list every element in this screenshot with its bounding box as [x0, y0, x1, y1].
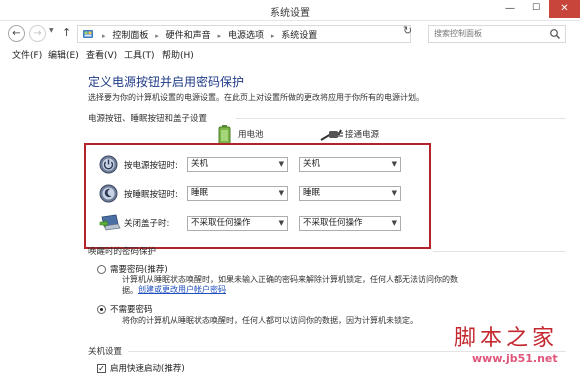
plugged-column-heading: 接通电源 [345, 130, 380, 140]
lid-close-label: 关闭盖子时: [124, 219, 170, 229]
require-password-radio[interactable] [97, 265, 106, 274]
battery-icon [218, 125, 231, 145]
power-button-plugged-select[interactable]: 关机 ▼ [299, 157, 401, 172]
no-password-label[interactable]: 不需要密码 [110, 303, 153, 315]
select-value: 不采取任何操作 [191, 218, 251, 228]
maximize-button[interactable]: ☐ [523, 0, 549, 18]
sleep-button-label: 按睡眠按钮时: [124, 190, 178, 200]
chevron-down-icon: ▼ [391, 189, 397, 197]
lid-close-plugged-select[interactable]: 不采取任何操作 ▼ [299, 216, 401, 231]
chevron-down-icon: ▼ [278, 219, 284, 227]
breadcrumb-item[interactable]: 系统设置 [281, 31, 317, 41]
select-value: 关机 [191, 159, 209, 169]
select-value: 关机 [303, 159, 321, 169]
title-bar: 系统设置 — ☐ ✕ [0, 0, 580, 21]
menu-edit[interactable]: 编辑(E) [48, 48, 79, 61]
site-watermark: 脚本之家 www.jb51.net [452, 318, 580, 373]
address-box[interactable]: ▸ 控制面板 ▸ 硬件和声音 ▸ 电源选项 ▸ 系统设置 ▼ [77, 25, 466, 43]
breadcrumb-separator: ▸ [155, 32, 159, 40]
battery-column-heading: 用电池 [238, 130, 264, 140]
search-input[interactable] [434, 29, 544, 38]
breadcrumb-separator: ▸ [102, 32, 106, 40]
chevron-down-icon: ▼ [278, 189, 284, 197]
select-value: 不采取任何操作 [303, 218, 363, 228]
sleep-button-plugged-select[interactable]: 睡眠 ▼ [299, 186, 401, 201]
section-heading-shutdown: 关机设置 [88, 347, 123, 357]
control-panel-icon [83, 30, 93, 38]
search-icon[interactable] [549, 28, 561, 40]
breadcrumb-item[interactable]: 电源选项 [228, 31, 264, 41]
page-title: 定义电源按钮并启用密码保护 [88, 75, 245, 89]
breadcrumb-item[interactable]: 控制面板 [112, 31, 148, 41]
require-password-description: 据。 [122, 286, 138, 295]
window-title: 系统设置 [270, 8, 310, 19]
section-divider [236, 118, 566, 119]
up-button[interactable]: ↑ [62, 26, 71, 39]
breadcrumb: ▸ 控制面板 ▸ 硬件和声音 ▸ 电源选项 ▸ 系统设置 [98, 28, 317, 41]
close-button[interactable]: ✕ [549, 0, 580, 18]
menu-file[interactable]: 文件(F) [12, 48, 42, 61]
breadcrumb-separator: ▸ [217, 32, 222, 40]
back-button[interactable]: ← [8, 25, 25, 42]
no-password-radio[interactable] [97, 305, 106, 314]
change-password-link[interactable]: 创建或更改用户帐户密码 [138, 284, 226, 295]
recent-pages-button[interactable]: ▼ [49, 27, 54, 34]
watermark-title: 脚本之家 [454, 326, 559, 351]
chevron-down-icon: ▼ [391, 160, 397, 168]
menu-view[interactable]: 查看(V) [86, 48, 117, 61]
address-toolbar: ← → ▼ ↑ ▸ 控制面板 ▸ 硬件和声音 ▸ 电源选项 ▸ 系统设置 ▼ ↻ [0, 22, 580, 46]
menu-tools[interactable]: 工具(T) [124, 48, 155, 61]
watermark-url: www.jb51.net [472, 352, 558, 365]
section-heading-password: 唤醒时的密码保护 [88, 247, 157, 257]
power-button-icon [99, 155, 118, 174]
lid-close-battery-select[interactable]: 不采取任何操作 ▼ [187, 216, 288, 231]
section-heading-buttons: 电源按钮、睡眠按钮和盖子设置 [88, 114, 208, 124]
section-divider [433, 251, 566, 252]
sleep-button-icon [99, 184, 118, 203]
breadcrumb-item[interactable]: 硬件和声音 [166, 31, 211, 41]
power-button-label: 按电源按钮时: [124, 161, 178, 171]
forward-button[interactable]: → [29, 25, 46, 42]
select-value: 睡眠 [191, 188, 209, 198]
minimize-button[interactable]: — [497, 0, 523, 18]
no-password-description: 将你的计算机从睡眠状态唤醒时，任何人都可以访问你的数据，因为计算机未锁定。 [122, 316, 418, 325]
search-box[interactable] [428, 25, 566, 43]
page-description: 选择要为你的计算机设置的电源设置。在此页上对设置所做的更改将应用于你所有的电源计… [88, 93, 424, 102]
power-plug-icon [320, 129, 343, 141]
laptop-lid-icon [99, 214, 121, 231]
power-button-battery-select[interactable]: 关机 ▼ [187, 157, 288, 172]
breadcrumb-separator: ▸ [270, 32, 275, 40]
chevron-down-icon: ▼ [278, 160, 284, 168]
sleep-button-battery-select[interactable]: 睡眠 ▼ [187, 186, 288, 201]
menu-bar: 文件(F) 编辑(E) 查看(V) 工具(T) 帮助(H) [0, 46, 580, 62]
select-value: 睡眠 [303, 188, 321, 198]
fast-startup-checkbox[interactable]: ✓ [97, 364, 106, 373]
refresh-button[interactable]: ↻ [403, 24, 412, 37]
menu-help[interactable]: 帮助(H) [162, 48, 194, 61]
chevron-down-icon: ▼ [391, 219, 397, 227]
fast-startup-label[interactable]: 启用快速启动(推荐) [110, 362, 185, 373]
main-content: 定义电源按钮并启用密码保护 选择要为你的计算机设置的电源设置。在此页上对设置所做… [0, 62, 580, 373]
